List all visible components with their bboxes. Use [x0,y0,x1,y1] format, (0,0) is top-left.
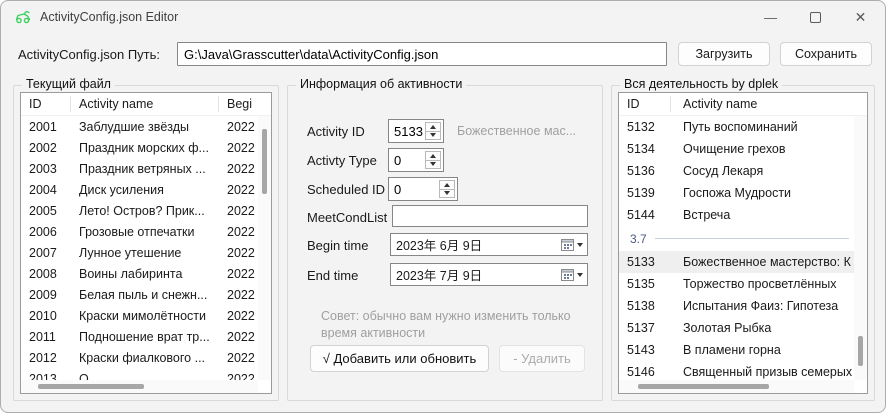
table-row[interactable]: 5138Испытания Фаиз: Гипотеза [619,295,854,317]
vertical-scrollbar-thumb[interactable] [262,129,267,194]
spin-up-icon[interactable] [426,123,440,131]
current-file-group-title: Текущий файл [22,77,115,91]
begin-time-picker[interactable]: 2023年 6月 9日 [390,233,588,256]
calendar-icon [561,269,574,281]
group-separator-label: 3.7 [630,232,647,246]
table-row[interactable]: 2011Подношение врат тр...2022 [21,326,258,347]
table-row[interactable]: 2013О...2022 [21,368,258,380]
activity-id-note: Божественное мас... [457,124,576,138]
spin-down-icon[interactable] [426,131,440,140]
vertical-scrollbar[interactable] [258,116,271,380]
save-button[interactable]: Сохранить [780,42,872,66]
add-or-update-button[interactable]: √ Добавить или обновить [310,345,489,372]
app-window: ActivityConfig.json Editor — ✕ ActivityC… [0,0,886,413]
spin-up-icon[interactable] [426,152,440,160]
column-header-id[interactable]: ID [21,96,71,112]
spin-down-icon[interactable] [426,160,440,169]
begin-time-label: Begin time [307,238,368,253]
dropdown-icon[interactable] [577,243,583,247]
table-row[interactable]: 2012Краски фиалкового ...2022 [21,347,258,368]
horizontal-scrollbar[interactable] [21,380,258,393]
app-icon [14,9,32,25]
path-label: ActivityConfig.json Путь: [18,47,160,62]
table-row[interactable]: 5136Сосуд Лекаря [619,160,854,182]
path-input[interactable] [177,42,667,66]
table-row[interactable]: 5134Очищение грехов [619,138,854,160]
current-file-table-header: ID Activity name Begi [21,93,271,116]
table-row[interactable]: 2006Грозовые отпечатки2022 [21,221,258,242]
minimize-icon[interactable]: — [748,1,793,33]
horizontal-scrollbar-thumb[interactable] [38,384,144,389]
column-header-activity-name[interactable]: Activity name [671,96,867,112]
hint-text: Совет: обычно вам нужно изменить только … [321,308,581,342]
calendar-icon [561,239,574,251]
column-header-activity-name[interactable]: Activity name [71,96,219,112]
activity-info-group: Информация об активности Activity ID Бож… [287,85,603,401]
current-file-table: ID Activity name Begi 2001Заблудшие звёз… [20,92,272,394]
end-time-picker[interactable]: 2023年 7月 9日 [390,263,588,286]
table-row[interactable]: 2007Лунное утешение2022 [21,242,258,263]
table-row[interactable]: 2005Лето! Остров? Прик...2022 [21,200,258,221]
horizontal-scrollbar[interactable] [619,380,854,393]
column-header-begin[interactable]: Begi [219,96,271,112]
table-row-selected[interactable]: 5133Божественное мастерство: К [619,251,854,273]
scheduled-id-spinner[interactable] [388,177,458,201]
delete-button[interactable]: - Удалить [499,345,585,372]
spin-up-icon[interactable] [440,181,454,189]
table-row[interactable]: 5135Торжество просветлённых [619,273,854,295]
column-header-id[interactable]: ID [619,96,671,112]
activity-info-group-title: Информация об активности [296,77,466,91]
table-row[interactable]: 5132Путь воспоминаний [619,116,854,138]
all-activities-rows: 5132Путь воспоминаний 5134Очищение грехо… [619,116,854,380]
all-activities-table-header: ID Activity name [619,93,867,116]
maximize-icon[interactable] [793,1,838,33]
table-row[interactable]: 2010Краски мимолётности2022 [21,305,258,326]
table-row[interactable]: 5139Госпожа Мудрости [619,182,854,204]
dropdown-icon[interactable] [577,273,583,277]
caption-buttons: — ✕ [748,1,883,33]
activity-type-label: Activty Type [307,153,377,168]
table-row[interactable]: 2004Диск усиления2022 [21,179,258,200]
window-title: ActivityConfig.json Editor [40,10,178,24]
vertical-scrollbar-thumb[interactable] [858,336,863,366]
horizontal-scrollbar-thumb[interactable] [638,384,769,389]
activity-type-input[interactable] [389,149,425,171]
scheduled-id-input[interactable] [389,178,439,200]
end-time-label: End time [307,268,358,283]
group-separator: 3.7 [619,226,854,251]
scheduled-id-label: Scheduled ID [307,182,385,197]
end-time-value: 2023年 7月 9日 [391,265,561,284]
meetcondlist-input[interactable] [392,205,588,227]
activity-id-input[interactable] [389,120,425,142]
current-file-rows: 2001Заблудшие звёзды2022 2002Праздник мо… [21,116,258,380]
all-activities-group-title: Вся деятельность by dplek [620,77,782,91]
activity-type-spinner[interactable] [388,148,444,172]
table-row[interactable]: 2003Праздник ветряных ...2022 [21,158,258,179]
table-row[interactable]: 5137Золотая Рыбка [619,317,854,339]
table-row[interactable]: 5144Встреча [619,204,854,226]
titlebar: ActivityConfig.json Editor — ✕ [1,1,885,33]
vertical-scrollbar[interactable] [854,116,867,380]
table-row[interactable]: 2002Праздник морских ф...2022 [21,137,258,158]
meetcondlist-label: MeetCondList [307,210,387,225]
current-file-group: Текущий файл ID Activity name Begi 2001З… [13,85,279,401]
all-activities-table: ID Activity name 5132Путь воспоминаний 5… [618,92,868,394]
table-row[interactable]: 5143В пламени горна [619,339,854,361]
table-row[interactable]: 2009Белая пыль и снежн...2022 [21,284,258,305]
table-row[interactable]: 2001Заблудшие звёзды2022 [21,116,258,137]
spin-down-icon[interactable] [440,189,454,198]
activity-id-spinner[interactable] [388,119,444,143]
load-button[interactable]: Загрузить [678,42,770,66]
begin-time-value: 2023年 6月 9日 [391,235,561,254]
table-row[interactable]: 2008Воины лабиринта2022 [21,263,258,284]
close-icon[interactable]: ✕ [838,1,883,33]
activity-id-label: Activity ID [307,124,365,139]
table-row[interactable]: 5146Священный призыв семерых [619,361,854,380]
all-activities-group: Вся деятельность by dplek ID Activity na… [611,85,875,401]
group-separator-line [655,238,849,239]
